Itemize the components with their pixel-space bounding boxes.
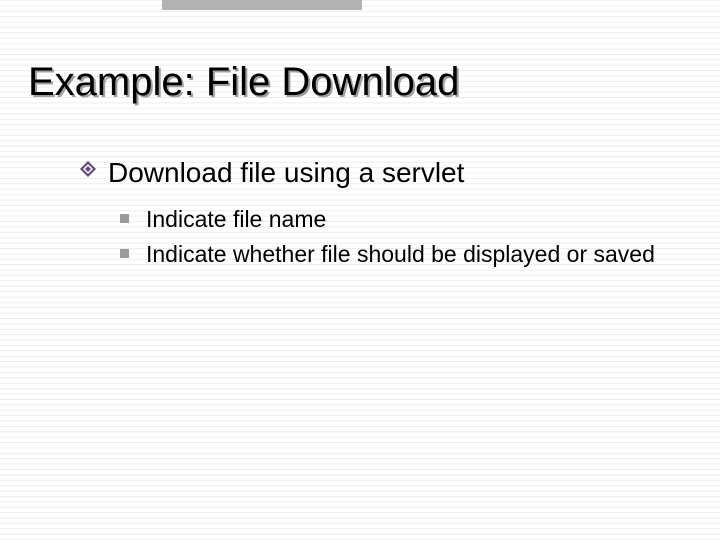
sub-bullet-group: Indicate file name Indicate whether file… bbox=[120, 204, 680, 270]
slide-title: Example: File Download bbox=[28, 55, 690, 109]
title-accent-band bbox=[162, 0, 362, 10]
bullet-text: Indicate whether file should be displaye… bbox=[146, 241, 655, 267]
bullet-level2: Indicate whether file should be displaye… bbox=[120, 239, 680, 270]
diamond-bullet-icon bbox=[80, 161, 96, 177]
bullet-level2: Indicate file name bbox=[120, 204, 680, 235]
slide-body: Download file using a servlet Indicate f… bbox=[80, 155, 680, 274]
slide: Example: File Download Example: File Dow… bbox=[0, 0, 720, 540]
square-bullet-icon bbox=[120, 214, 129, 223]
square-bullet-icon bbox=[120, 249, 129, 258]
bullet-level1: Download file using a servlet bbox=[80, 155, 680, 190]
bullet-text: Download file using a servlet bbox=[108, 157, 464, 188]
bullet-text: Indicate file name bbox=[146, 206, 326, 232]
